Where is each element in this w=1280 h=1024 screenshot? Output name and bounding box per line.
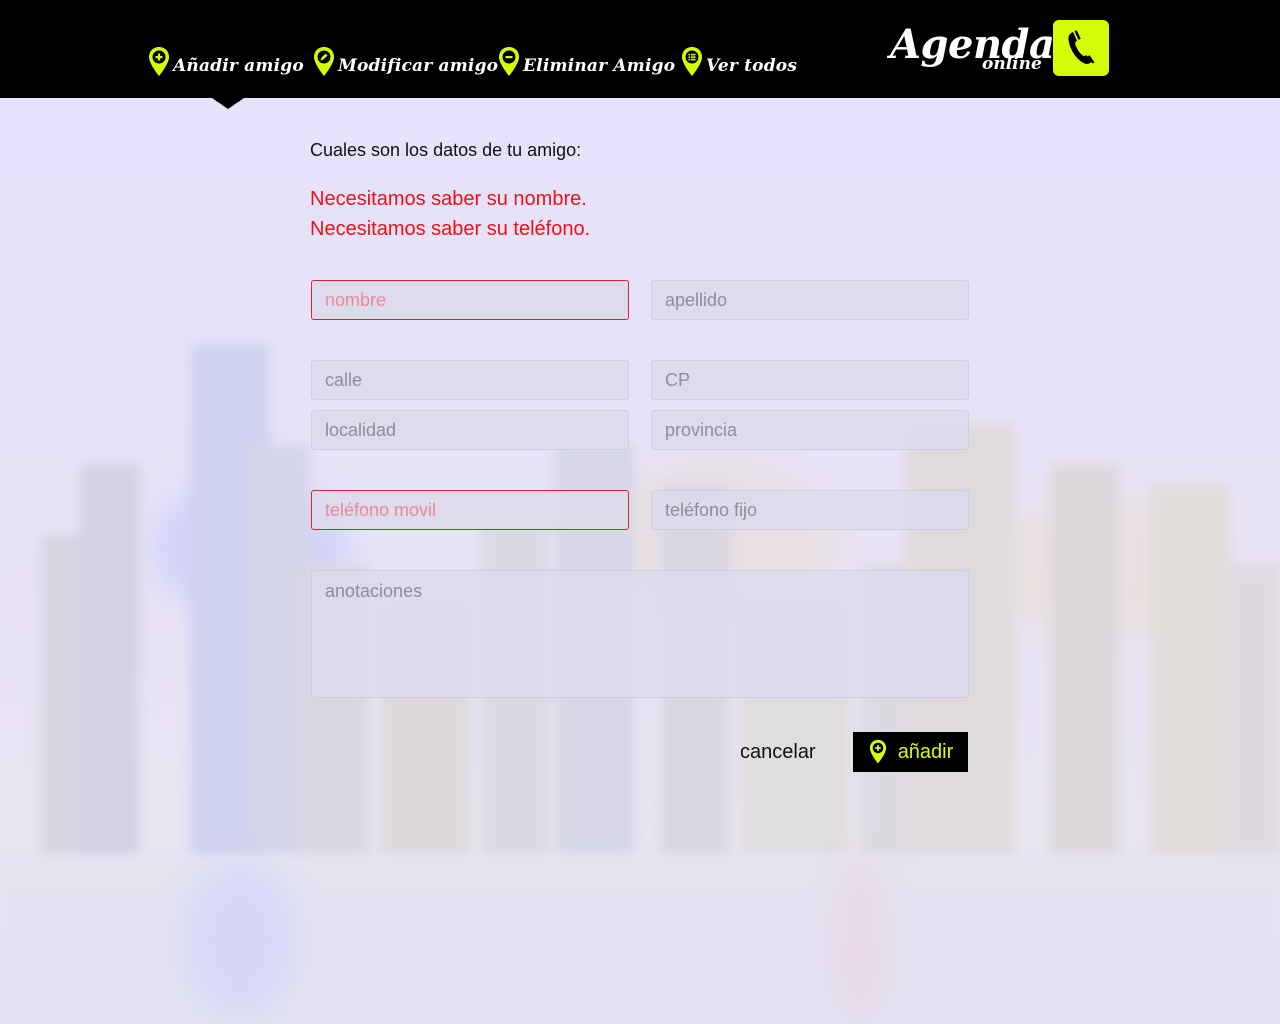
anotaciones-textarea[interactable] — [311, 570, 969, 698]
plus-pin-icon — [149, 47, 169, 76]
cp-input[interactable] — [651, 360, 969, 400]
form-intro-text: Cuales son los datos de tu amigo: — [310, 140, 582, 160]
calle-input[interactable] — [311, 360, 629, 400]
nav-add-friend[interactable]: Añadir amigo — [147, 44, 304, 78]
minus-pin-icon — [499, 47, 519, 76]
apellido-input[interactable] — [651, 280, 969, 320]
pencil-pin-icon — [314, 47, 334, 76]
logo-subtitle: online — [982, 54, 1042, 74]
add-button-label: añadir — [897, 740, 954, 763]
nav-add-friend-label: Añadir amigo — [173, 56, 304, 76]
nav-modify-friend-label: Modificar amigo — [338, 56, 499, 76]
plus-pin-icon — [869, 739, 886, 764]
add-button[interactable]: añadir — [853, 732, 968, 772]
nav-view-all[interactable]: Ver todos — [680, 44, 797, 78]
error-message-name: Necesitamos saber su nombre. — [310, 188, 587, 210]
cancel-button[interactable]: cancelar — [740, 741, 816, 764]
nav-delete-friend[interactable]: Eliminar Amigo — [497, 44, 675, 78]
telefono-movil-input[interactable] — [311, 490, 629, 530]
nav-modify-friend[interactable]: Modificar amigo — [312, 44, 498, 78]
list-pin-icon — [682, 47, 702, 76]
top-navigation-bar: Añadir amigo Modificar amigo Eliminar Am… — [0, 0, 1280, 98]
telefono-fijo-input[interactable] — [651, 490, 969, 530]
phone-icon — [1053, 20, 1109, 76]
localidad-input[interactable] — [311, 410, 629, 450]
nombre-input[interactable] — [311, 280, 629, 320]
provincia-input[interactable] — [651, 410, 969, 450]
nav-view-all-label: Ver todos — [706, 56, 798, 76]
active-nav-pointer — [212, 98, 244, 109]
error-message-phone: Necesitamos saber su teléfono. — [310, 218, 591, 240]
add-friend-form: Cuales son los datos de tu amigo: Necesi… — [0, 98, 1280, 1024]
agenda-online-logo[interactable]: Agenda online — [890, 20, 1110, 80]
nav-delete-friend-label: Eliminar Amigo — [523, 56, 676, 76]
